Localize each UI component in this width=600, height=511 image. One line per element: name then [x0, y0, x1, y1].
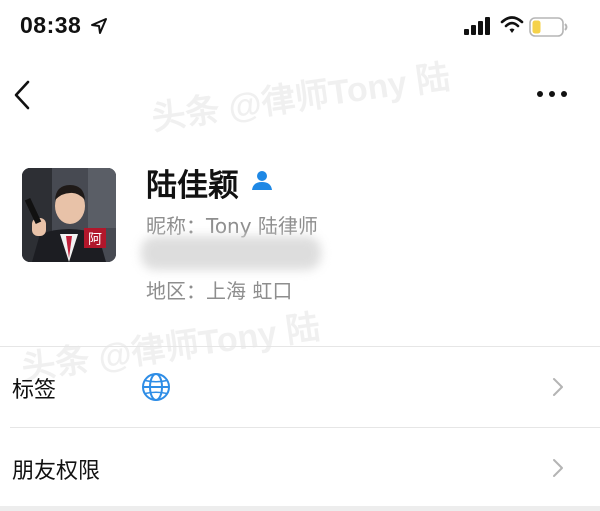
battery-icon: [529, 17, 568, 37]
back-button[interactable]: [6, 78, 40, 112]
globe-icon: [142, 373, 170, 401]
location-arrow-icon: [91, 18, 107, 34]
chevron-right-icon: [553, 378, 563, 396]
nickname: 昵称：Tony 陆律师: [146, 214, 318, 238]
tags-label: 标签: [12, 378, 57, 403]
more-options-button[interactable]: [532, 82, 572, 106]
cellular-signal-icon: [464, 17, 490, 35]
avatar-badge: 阿: [88, 232, 102, 248]
person-icon: [252, 171, 272, 190]
redacted-wechat-id: [141, 236, 321, 270]
chevron-right-icon: [553, 459, 563, 477]
watermark: 头条 @律师Tony 陆: [149, 58, 453, 138]
tags-row[interactable]: 标签: [0, 347, 600, 427]
status-bar: 08:38: [0, 0, 600, 56]
contact-profile-screen: 头条 @律师Tony 陆 头条 @律师Tony 陆 08:38 阿 陆佳颖 昵称…: [0, 0, 600, 511]
avatar[interactable]: 阿: [22, 168, 116, 262]
profile-name: 陆佳颖: [146, 168, 239, 204]
region: 地区：上海 虹口: [146, 279, 293, 303]
section-separator: [0, 506, 600, 511]
wifi-icon: [500, 16, 524, 33]
friend-permissions-row[interactable]: 朋友权限: [0, 428, 600, 508]
status-time: 08:38: [20, 12, 82, 38]
friend-permissions-label: 朋友权限: [12, 459, 101, 484]
